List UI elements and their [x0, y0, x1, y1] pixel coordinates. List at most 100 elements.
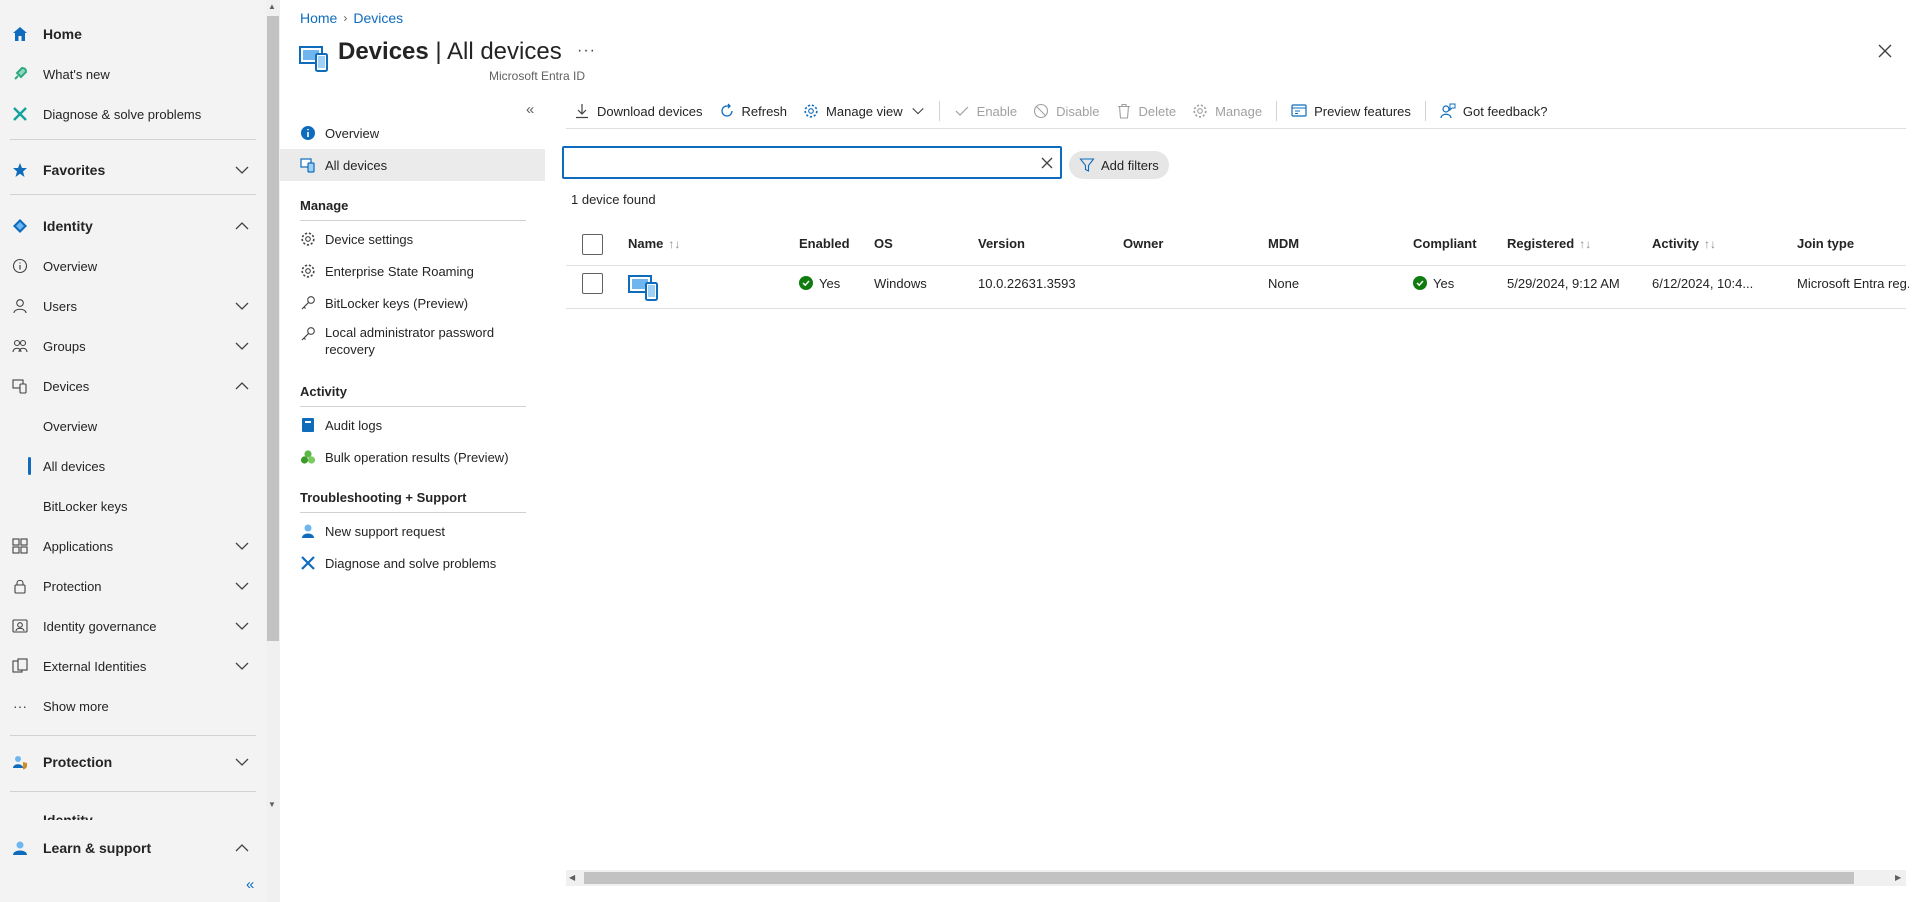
nav-identity-governance[interactable]: Identity governance — [0, 610, 266, 642]
clear-search-icon[interactable] — [1039, 155, 1055, 171]
menu-enterprise-state-roaming[interactable]: Enterprise State Roaming — [280, 255, 545, 287]
column-header-activity[interactable]: Activity ↑↓ — [1652, 236, 1716, 251]
enable-label: Enable — [976, 103, 1018, 119]
learn-support-icon — [12, 840, 28, 856]
menu-audit-logs[interactable]: Audit logs — [280, 409, 545, 441]
column-header-name[interactable]: Name ↑↓ — [628, 236, 680, 251]
device-icon[interactable] — [628, 274, 660, 302]
gear-icon — [803, 103, 819, 119]
nav-external-identities[interactable]: External Identities — [0, 650, 266, 682]
chevron-down-icon[interactable] — [234, 338, 250, 354]
sort-icon[interactable]: ↑↓ — [1704, 237, 1716, 251]
menu-all-devices[interactable]: All devices — [280, 149, 545, 181]
nav-identity-overview[interactable]: Overview — [0, 250, 266, 282]
menu-new-support-request[interactable]: New support request — [280, 515, 545, 547]
page-title-bold: Devices — [338, 38, 429, 65]
nav-whats-new[interactable]: What's new — [0, 58, 266, 90]
preview-features-button[interactable]: Preview features — [1283, 98, 1419, 124]
nav-identity-partial[interactable]: Identity — [0, 800, 266, 820]
menu-bitlocker-keys[interactable]: BitLocker keys (Preview) — [280, 287, 545, 319]
nav-divider — [10, 139, 256, 140]
close-icon[interactable] — [1876, 42, 1894, 60]
manage-view-button[interactable]: Manage view — [795, 98, 933, 124]
cell-compliant-text: Yes — [1433, 275, 1455, 291]
column-header-mdm: MDM — [1268, 236, 1299, 251]
chevron-down-icon[interactable] — [234, 538, 250, 554]
scroll-left-arrow-icon[interactable]: ◀ — [569, 873, 575, 882]
nav-bitlocker-keys[interactable]: BitLocker keys — [0, 490, 266, 522]
menu-local-admin-password[interactable]: Local administrator password recovery — [280, 319, 545, 361]
sort-icon[interactable]: ↑↓ — [1579, 237, 1591, 251]
nav-identity[interactable]: Identity — [0, 210, 266, 242]
scroll-down-arrow-icon[interactable]: ▼ — [268, 800, 276, 809]
enable-button[interactable]: Enable — [946, 98, 1025, 124]
more-options-icon[interactable]: ··· — [577, 42, 596, 60]
nav-protection-section[interactable]: Protection — [0, 746, 266, 778]
delete-button[interactable]: Delete — [1108, 98, 1185, 124]
governance-icon — [12, 618, 28, 634]
preview-features-label: Preview features — [1314, 103, 1411, 119]
manage-label: Manage — [1215, 103, 1263, 119]
search-box[interactable] — [562, 146, 1062, 179]
sort-icon[interactable]: ↑↓ — [668, 237, 680, 251]
manage-button[interactable]: Manage — [1184, 98, 1270, 124]
select-all-checkbox[interactable] — [582, 234, 603, 255]
horizontal-scrollbar-thumb[interactable] — [584, 872, 1854, 884]
chevron-down-icon[interactable] — [234, 618, 250, 634]
nav-divider — [10, 735, 256, 736]
nav-groups[interactable]: Groups — [0, 330, 266, 362]
nav-favorites[interactable]: Favorites — [0, 154, 266, 186]
chevron-down-icon[interactable] — [234, 578, 250, 594]
page-title-rest: | All devices — [428, 38, 562, 65]
chevron-down-icon[interactable] — [234, 658, 250, 674]
add-filters-button[interactable]: Add filters — [1069, 151, 1169, 179]
nav-protection-section-label: Protection — [43, 754, 113, 770]
column-header-registered[interactable]: Registered ↑↓ — [1507, 236, 1591, 251]
nav-home[interactable]: Home — [0, 18, 266, 50]
nav-protection[interactable]: Protection — [0, 570, 266, 602]
disable-button[interactable]: Disable — [1025, 98, 1107, 124]
nav-learn-support[interactable]: Learn & support — [0, 832, 266, 864]
nav-devices-overview[interactable]: Overview — [0, 410, 266, 442]
column-header-compliant: Compliant — [1413, 236, 1477, 251]
chevron-down-icon[interactable] — [234, 162, 250, 178]
nav-all-devices[interactable]: All devices — [0, 450, 266, 482]
menu-section-manage: Manage — [300, 198, 349, 213]
nav-devices[interactable]: Devices — [0, 370, 266, 402]
chevron-up-icon[interactable] — [234, 840, 250, 856]
menu-overview-label: Overview — [325, 125, 380, 141]
chevron-down-icon[interactable] — [234, 298, 250, 314]
menu-local-admin-line1: Local administrator password — [325, 325, 495, 340]
refresh-button[interactable]: Refresh — [711, 98, 796, 124]
chevron-up-icon[interactable] — [234, 218, 250, 234]
nav-scrollbar-thumb[interactable] — [267, 16, 279, 641]
breadcrumb-home[interactable]: Home — [300, 10, 337, 26]
nav-divider — [10, 791, 256, 792]
breadcrumb-devices[interactable]: Devices — [353, 10, 403, 26]
menu-diagnose-solve[interactable]: Diagnose and solve problems — [280, 547, 545, 579]
chevron-down-icon[interactable] — [234, 754, 250, 770]
column-header-version-label: Version — [978, 236, 1025, 251]
manage-view-label: Manage view — [826, 103, 903, 119]
menu-bulk-operation-results[interactable]: Bulk operation results (Preview) — [280, 441, 545, 473]
info-filled-icon — [300, 125, 316, 141]
menu-device-settings[interactable]: Device settings — [280, 223, 545, 255]
nav-users[interactable]: Users — [0, 290, 266, 322]
search-input[interactable] — [570, 152, 1020, 174]
scroll-right-arrow-icon[interactable]: ▶ — [1895, 873, 1901, 882]
row-select-checkbox[interactable] — [582, 273, 603, 294]
scroll-up-arrow-icon[interactable]: ▲ — [268, 2, 276, 11]
collapse-menu-icon[interactable]: « — [526, 101, 534, 118]
download-devices-button[interactable]: Download devices — [566, 98, 711, 124]
got-feedback-button[interactable]: Got feedback? — [1432, 98, 1556, 124]
nav-diagnose[interactable]: Diagnose & solve problems — [0, 98, 266, 130]
nav-applications[interactable]: Applications — [0, 530, 266, 562]
toolbar-separator — [938, 101, 940, 121]
tools-icon — [12, 106, 28, 122]
column-header-mdm-label: MDM — [1268, 236, 1300, 251]
collapse-nav-icon[interactable]: « — [246, 876, 266, 896]
menu-overview[interactable]: Overview — [280, 117, 545, 149]
chevron-up-icon[interactable] — [234, 378, 250, 394]
nav-show-more[interactable]: ··· Show more — [0, 690, 266, 722]
column-header-owner-label: Owner — [1123, 236, 1164, 251]
